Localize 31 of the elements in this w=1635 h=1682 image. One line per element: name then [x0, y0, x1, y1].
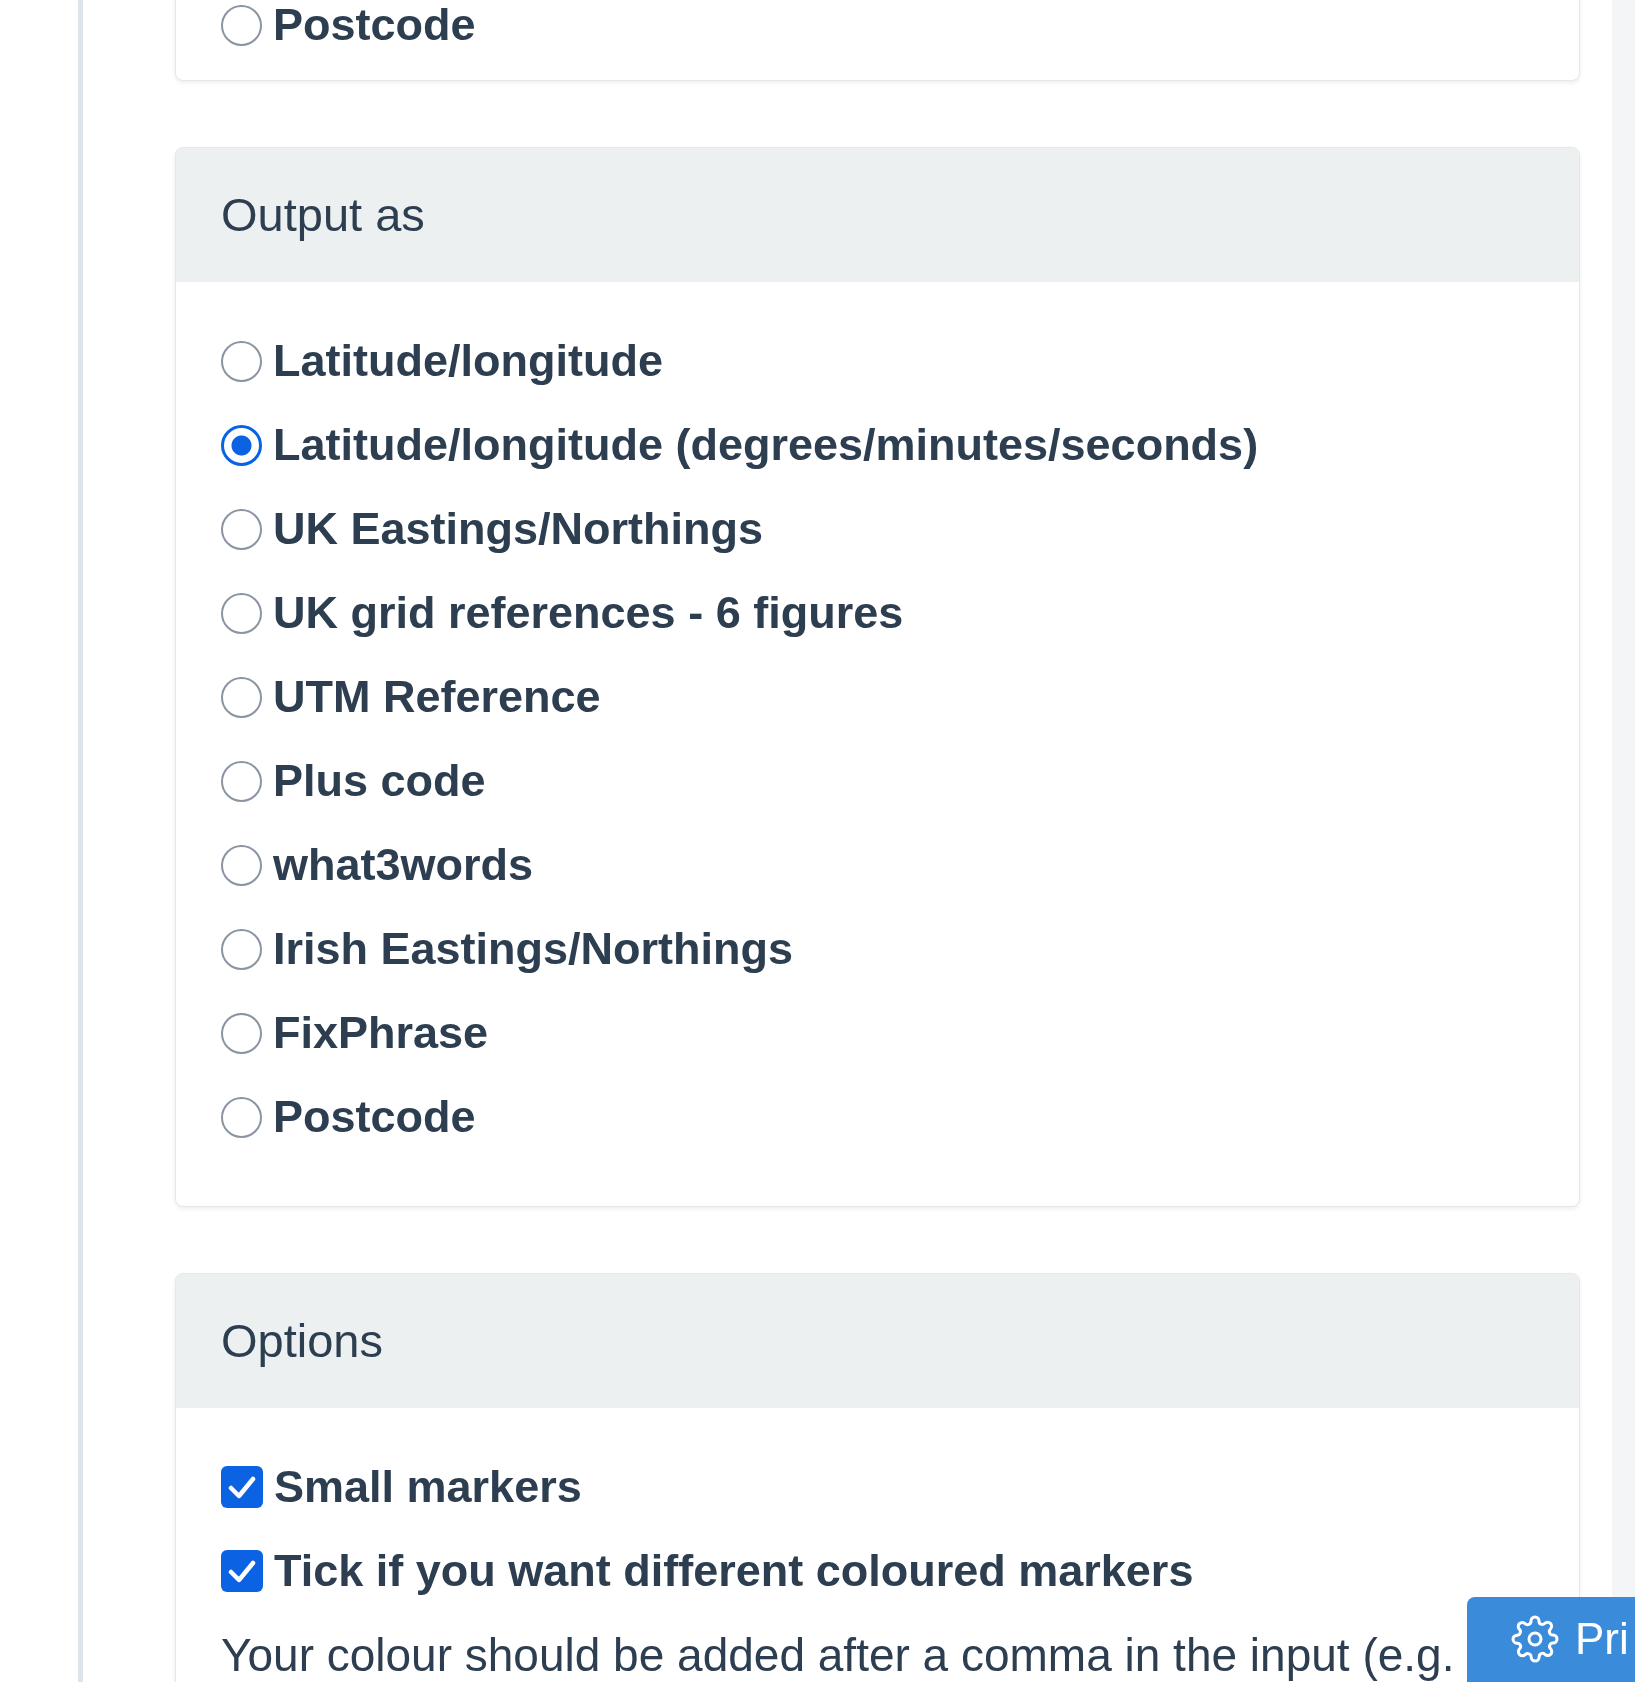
radio-button[interactable]	[221, 508, 262, 550]
radio-label[interactable]: FixPhrase	[273, 1005, 489, 1061]
radio-button[interactable]	[221, 1012, 262, 1054]
radio-label[interactable]: Postcode	[273, 1, 476, 49]
radio-label[interactable]: UK Eastings/Northings	[273, 501, 764, 557]
help-text: Your colour should be added after a comma in the input (e.g.	[221, 1628, 1455, 1682]
checkbox-label[interactable]: Small markers	[274, 1459, 582, 1515]
checkbox[interactable]	[221, 1550, 263, 1592]
checkbox-label[interactable]: Tick if you want different coloured markers	[274, 1543, 1194, 1599]
settings-icon	[1511, 1615, 1559, 1663]
radio-button[interactable]	[221, 1096, 262, 1138]
radio-label[interactable]: Latitude/longitude	[273, 333, 663, 389]
radio-label[interactable]: Latitude/longitude (degrees/minutes/seconds)	[273, 417, 1259, 473]
print-button[interactable]: Pri	[1467, 1597, 1635, 1682]
radio-button[interactable]	[221, 592, 262, 634]
radio-label[interactable]: Irish Eastings/Northings	[273, 921, 794, 977]
radio-label[interactable]: what3words	[273, 837, 534, 893]
card-title: Output as	[221, 187, 425, 243]
radio-button[interactable]	[221, 760, 262, 802]
radio-button[interactable]	[221, 424, 262, 466]
radio-button[interactable]	[221, 676, 262, 718]
radio-label[interactable]: UK grid references - 6 figures	[273, 585, 904, 641]
radio-button[interactable]	[221, 844, 262, 886]
radio-button[interactable]	[221, 4, 262, 46]
radio-button[interactable]	[221, 340, 262, 382]
radio-label[interactable]: Postcode	[273, 1089, 476, 1145]
radio-label[interactable]: Plus code	[273, 753, 486, 809]
card-title: Options	[221, 1313, 383, 1369]
radio-label[interactable]: UTM Reference	[273, 669, 601, 725]
checkbox[interactable]	[221, 1466, 263, 1508]
radio-button[interactable]	[221, 928, 262, 970]
